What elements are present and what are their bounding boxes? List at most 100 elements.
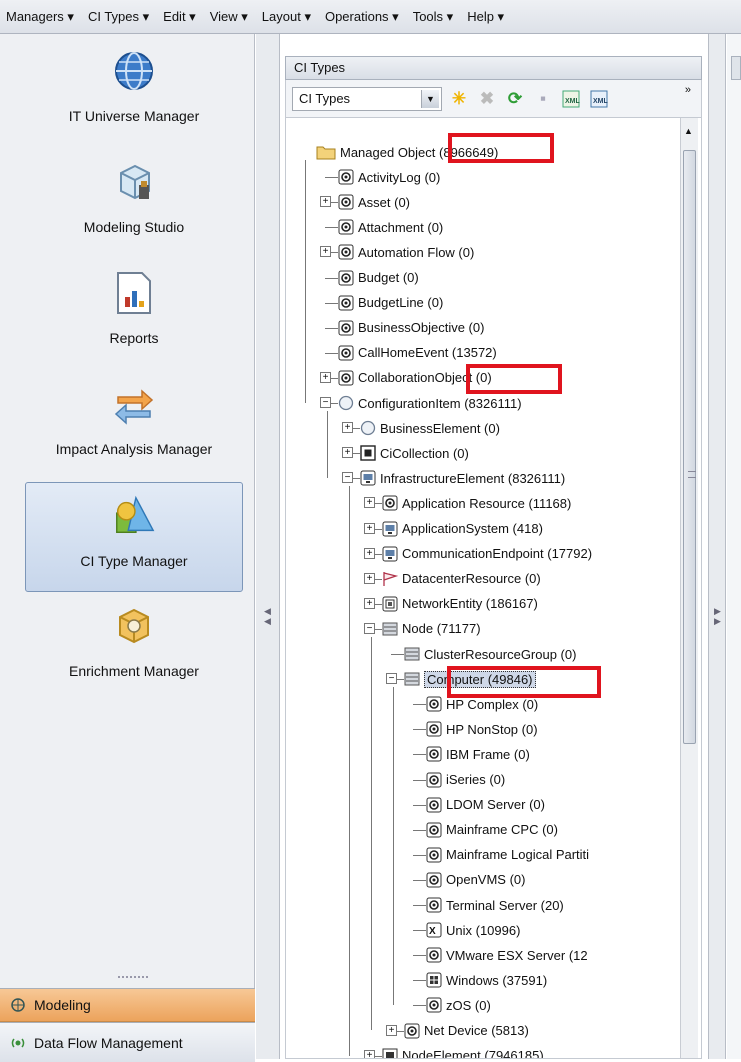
scroll-thumb[interactable] — [683, 150, 696, 744]
tree-node-label: Node (71177) — [402, 621, 481, 637]
menu-tools[interactable]: Tools ▾ — [413, 9, 454, 25]
tree-node[interactable]: Asset (0) — [338, 192, 410, 212]
tree-node[interactable]: Windows (37591) — [426, 970, 547, 990]
tree-node[interactable]: VMware ESX Server (12 — [426, 945, 588, 965]
collapse-left-icon[interactable]: ◀ ◀ — [264, 606, 271, 626]
menu-edit[interactable]: Edit ▾ — [163, 9, 196, 25]
ci-icon — [426, 721, 442, 737]
ci-icon — [426, 797, 442, 813]
expand-plus-icon[interactable]: + — [364, 547, 375, 559]
expand-plus-icon[interactable]: + — [320, 371, 331, 383]
tree-node[interactable]: Net Device (5813) — [404, 1021, 529, 1041]
tree-node[interactable]: HP NonStop (0) — [426, 719, 538, 739]
impact-arrows-icon — [111, 381, 157, 427]
collapse-right-icon[interactable]: ▶ ▶ — [714, 606, 721, 626]
tree-node[interactable]: BusinessElement (0) — [360, 418, 500, 438]
toolbar-overflow[interactable]: » — [685, 84, 691, 96]
expand-plus-icon[interactable]: + — [364, 597, 375, 609]
tree-node[interactable]: Node (71177) — [382, 619, 481, 639]
expand-plus-icon[interactable]: + — [364, 497, 375, 509]
nav-modeling-studio[interactable]: Modeling Studio — [25, 149, 243, 259]
ci-icon — [426, 822, 442, 838]
nav-enrichment-manager[interactable]: Enrichment Manager — [25, 593, 243, 703]
tree-node[interactable]: ActivityLog (0) — [338, 167, 440, 187]
nav-ci-type-manager[interactable]: CI Type Manager — [25, 482, 243, 592]
right-splitter[interactable]: ▶ ▶ — [708, 34, 726, 1059]
tree-node-label: ApplicationSystem (418) — [402, 521, 543, 536]
menu-view[interactable]: View ▾ — [210, 9, 248, 25]
tree-node[interactable]: Application Resource (11168) — [382, 493, 571, 513]
nav-reports[interactable]: Reports — [25, 260, 243, 370]
tree-node[interactable]: CiCollection (0) — [360, 443, 469, 463]
expand-plus-icon[interactable]: + — [342, 447, 353, 459]
tree-node-label: Windows (37591) — [446, 972, 548, 988]
tree-node[interactable]: X Unix (10996) — [426, 920, 520, 940]
tree-node-label: NodeElement (7946185) — [402, 1048, 544, 1059]
tree-node[interactable]: ClusterResourceGroup (0) — [404, 644, 576, 664]
expand-plus-icon[interactable]: + — [342, 422, 353, 434]
collapse-minus-icon[interactable]: − — [342, 472, 353, 484]
collapse-minus-icon[interactable]: − — [320, 397, 331, 408]
tree-node[interactable]: Automation Flow (0) — [338, 242, 474, 262]
left-splitter[interactable]: ◀ ◀ — [256, 34, 280, 1059]
menu-layout[interactable]: Layout ▾ — [262, 9, 311, 25]
collapse-minus-icon[interactable]: − — [386, 673, 397, 685]
expand-plus-icon[interactable]: + — [364, 522, 375, 534]
tree-node-label: iSeries (0) — [446, 772, 506, 787]
nav-section-data-flow-management[interactable]: Data Flow Management — [0, 1022, 255, 1062]
nav-impact-analysis-manager[interactable]: Impact Analysis Manager — [25, 371, 243, 481]
tree-node[interactable]: Mainframe Logical Partiti — [426, 845, 589, 865]
expand-plus-icon[interactable]: + — [364, 1049, 375, 1058]
tree-node[interactable]: zOS (0) — [426, 995, 491, 1015]
import-xml-icon[interactable]: XML — [560, 88, 582, 110]
nav-it-universe-manager[interactable]: IT Universe Manager — [25, 38, 243, 148]
tree-vertical-scrollbar[interactable]: ▲ — [680, 118, 698, 1058]
nav-section-modeling[interactable]: Modeling — [0, 988, 255, 1022]
tree-node[interactable]: InfrastructureElement (8326111) — [360, 468, 565, 488]
splitter-grip[interactable] — [118, 976, 148, 980]
ci-types-combo[interactable]: CI Types ▼ — [292, 86, 442, 111]
tree-node[interactable]: Attachment (0) — [338, 217, 443, 237]
expand-plus-icon[interactable]: + — [320, 196, 331, 208]
menu-operations[interactable]: Operations ▾ — [325, 9, 399, 25]
svg-text:XML: XML — [565, 98, 581, 105]
ci-types-panel: CI Types CI Types ▼ ✳ ✖ ⟳ ▪ XML XML » Man… — [281, 34, 708, 1059]
tree-node[interactable]: ConfigurationItem (8326111) — [338, 393, 522, 413]
tree-node[interactable]: NetworkEntity (186167) — [382, 594, 538, 614]
expand-plus-icon[interactable]: + — [320, 246, 331, 258]
menu-ci-types[interactable]: CI Types ▾ — [88, 9, 149, 25]
save-disk-icon[interactable]: ▪ — [532, 88, 554, 110]
tree-node[interactable]: iSeries (0) — [426, 770, 505, 790]
tree-node[interactable]: IBM Frame (0) — [426, 744, 530, 764]
delete-x-icon[interactable]: ✖ — [476, 88, 498, 110]
tree-node[interactable]: BusinessObjective (0) — [338, 318, 484, 338]
refresh-icon[interactable]: ⟳ — [504, 88, 526, 110]
tree-node[interactable]: CommunicationEndpoint (17792) — [382, 544, 592, 564]
tree-node-label: NetworkEntity (186167) — [402, 596, 538, 612]
chevron-down-icon[interactable]: ▼ — [421, 89, 439, 108]
tree-node[interactable]: BudgetLine (0) — [338, 293, 443, 313]
ci-icon — [338, 370, 354, 386]
tree-node[interactable]: Mainframe CPC (0) — [426, 820, 558, 840]
tree-node[interactable]: Terminal Server (20) — [426, 895, 564, 915]
tree-node[interactable]: Budget (0) — [338, 268, 419, 288]
tree-node-label: Budget (0) — [358, 270, 419, 285]
tree-node-label: Asset (0) — [358, 194, 411, 210]
new-star-icon[interactable]: ✳ — [448, 88, 470, 110]
tree-node[interactable]: DatacenterResource (0) — [382, 569, 541, 589]
scroll-up-icon[interactable]: ▲ — [684, 126, 693, 136]
tree-node[interactable]: ApplicationSystem (418) — [382, 519, 543, 539]
tree-node[interactable]: CallHomeEvent (13572) — [338, 343, 497, 363]
monitor-icon — [360, 470, 376, 486]
tree-node[interactable]: LDOM Server (0) — [426, 795, 545, 815]
menu-bar: Managers ▾ CI Types ▾ Edit ▾ View ▾ Layo… — [0, 0, 741, 34]
export-xml-icon[interactable]: XML — [588, 88, 610, 110]
expand-plus-icon[interactable]: + — [386, 1024, 397, 1036]
tree-node[interactable]: OpenVMS (0) — [426, 870, 525, 890]
expand-plus-icon[interactable]: + — [364, 572, 375, 584]
ci-icon — [338, 270, 354, 286]
menu-help[interactable]: Help ▾ — [467, 9, 504, 25]
tree-node[interactable]: NodeElement (7946185) — [382, 1046, 544, 1059]
menu-managers[interactable]: Managers ▾ — [6, 9, 74, 25]
collapse-minus-icon[interactable]: − — [364, 622, 375, 634]
